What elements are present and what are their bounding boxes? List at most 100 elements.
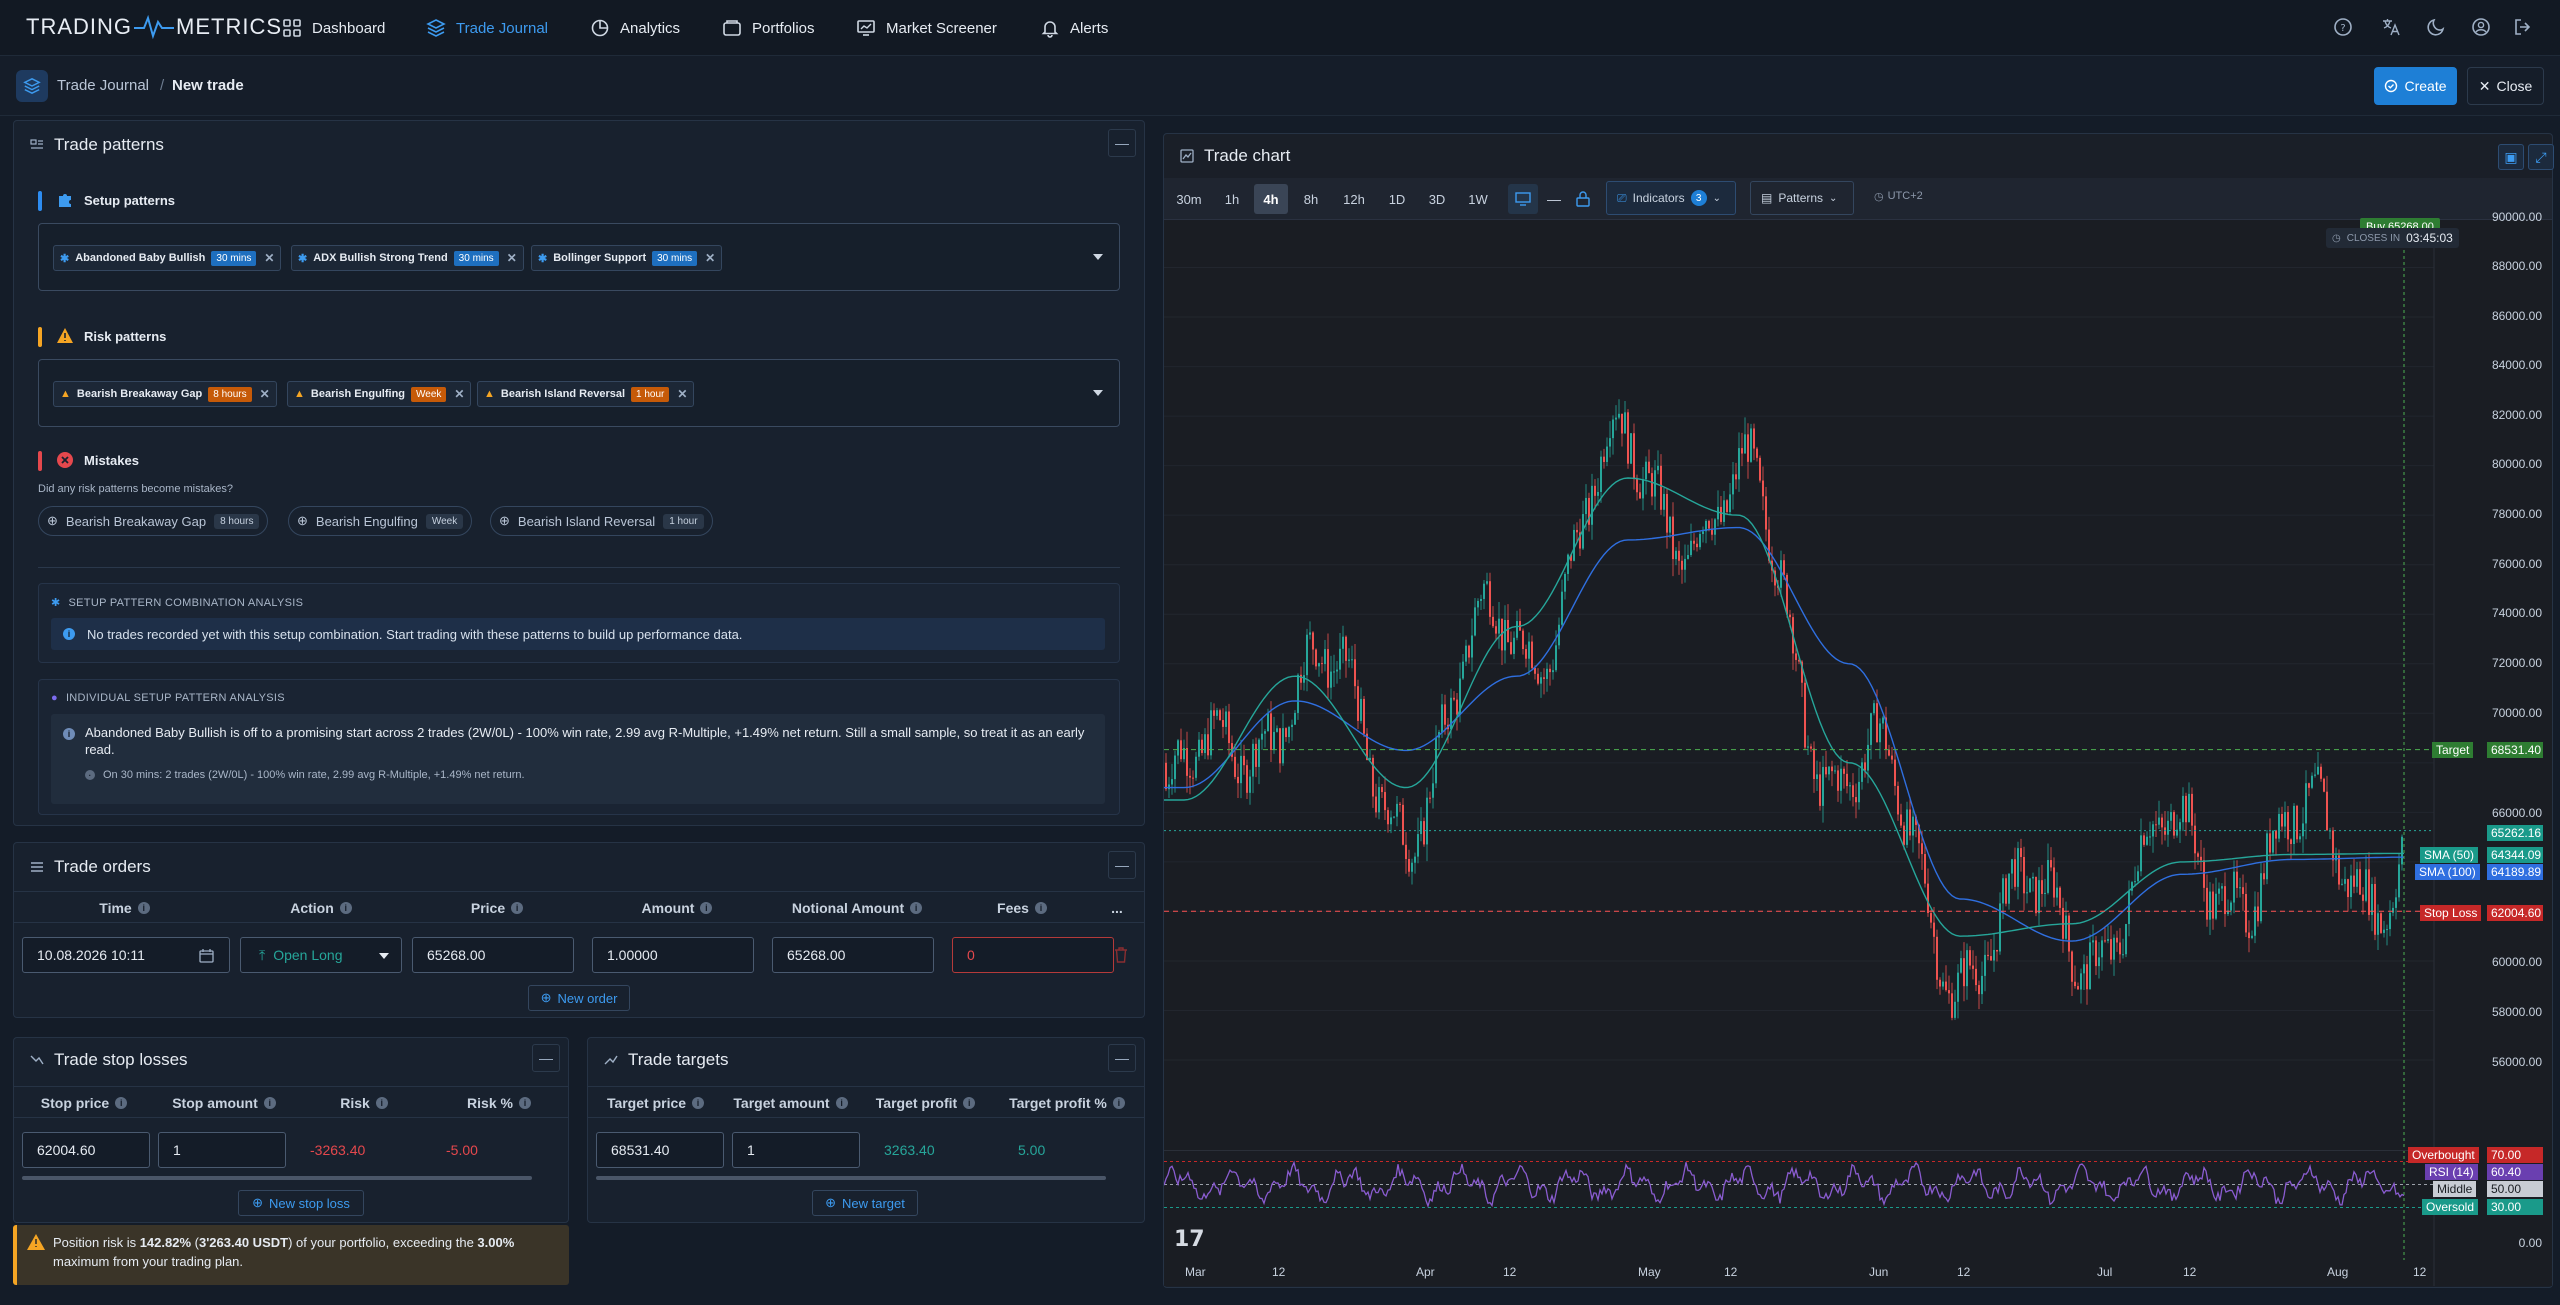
- moon-icon[interactable]: [2426, 16, 2448, 38]
- brand-logo[interactable]: TRADING METRICS: [26, 14, 282, 40]
- remove-chip-icon[interactable]: ✕: [260, 387, 270, 401]
- col-amount: Amount i: [587, 892, 767, 924]
- patterns-button[interactable]: ▤ Patterns ⌄: [1750, 181, 1854, 215]
- create-button[interactable]: Create: [2374, 67, 2457, 105]
- order-amount-input[interactable]: 1.00000: [592, 937, 754, 973]
- nav-dashboard[interactable]: Dashboard: [282, 16, 385, 40]
- chevron-down-icon[interactable]: [1093, 254, 1103, 260]
- risk-patterns-select[interactable]: ▲ Bearish Breakaway Gap 8 hours ✕ ▲ Bear…: [38, 359, 1120, 427]
- setup-patterns-select[interactable]: ✱ Abandoned Baby Bullish 30 mins ✕ ✱ ADX…: [38, 223, 1120, 291]
- candle-body: [1858, 781, 1860, 803]
- layout-toggle-button[interactable]: ▣: [2498, 144, 2524, 170]
- mistake-pill[interactable]: ⊕ Bearish Engulfing Week: [288, 506, 473, 536]
- collapse-targets-button[interactable]: —: [1108, 1044, 1136, 1072]
- order-action-select[interactable]: ⤒ Open Long: [240, 937, 402, 973]
- candle-body: [2359, 869, 2361, 895]
- tf-30m[interactable]: 30m: [1170, 184, 1208, 214]
- timezone-label[interactable]: ◷ UTC+2: [1874, 190, 1923, 203]
- setup-chip[interactable]: ✱ Abandoned Baby Bullish 30 mins ✕: [53, 245, 282, 271]
- trash-icon[interactable]: [1114, 947, 1128, 963]
- remove-chip-icon[interactable]: ✕: [705, 251, 715, 265]
- candle-body: [1279, 728, 1281, 764]
- setup-chip[interactable]: ✱ Bollinger Support 30 mins ✕: [531, 245, 723, 271]
- nav-analytics[interactable]: Analytics: [590, 16, 680, 40]
- tf-8h[interactable]: 8h: [1294, 184, 1328, 214]
- new-target-button[interactable]: ⊕ New target: [812, 1190, 918, 1216]
- chevron-down-icon[interactable]: [1093, 390, 1103, 396]
- target-amount-input[interactable]: 1: [732, 1132, 860, 1168]
- candle-body: [2107, 939, 2109, 941]
- tf-1h[interactable]: 1h: [1215, 184, 1249, 214]
- order-notional-input[interactable]: 65268.00: [772, 937, 934, 973]
- order-fees-input[interactable]: 0: [952, 937, 1114, 973]
- candle-body: [2326, 791, 2328, 831]
- fullscreen-button[interactable]: ⤢: [2528, 144, 2554, 170]
- individual-analysis-detail: On 30 mins: 2 trades (2W/0L) - 100% win …: [103, 769, 525, 781]
- risk-chip[interactable]: ▲ Bearish Engulfing Week ✕: [287, 381, 472, 407]
- candle-body: [1390, 817, 1392, 825]
- remove-chip-icon[interactable]: ✕: [507, 251, 517, 265]
- chevron-down-icon: ⌄: [1712, 192, 1722, 204]
- risk-chip[interactable]: ▲ Bearish Island Reversal 1 hour ✕: [477, 381, 695, 407]
- risk-chip[interactable]: ▲ Bearish Breakaway Gap 8 hours ✕: [53, 381, 277, 407]
- candle-body: [1990, 956, 1992, 961]
- candle-body: [1324, 649, 1326, 665]
- targets-scrollbar[interactable]: [596, 1176, 1106, 1180]
- tf-1w[interactable]: 1W: [1460, 184, 1496, 214]
- candle-body: [2119, 942, 2121, 955]
- remove-chip-icon[interactable]: ✕: [677, 387, 687, 401]
- help-icon[interactable]: ?: [2332, 16, 2354, 38]
- price-chart[interactable]: 17: [1164, 220, 2552, 1286]
- close-button[interactable]: ✕ Close: [2467, 67, 2544, 105]
- candle-body: [1357, 686, 1359, 721]
- order-time-input[interactable]: 10.08.2026 10:11: [22, 937, 230, 973]
- candle-body: [2047, 860, 2049, 893]
- targets-table-header: Target price i Target amount i Target prof…: [588, 1086, 1144, 1118]
- stops-scrollbar[interactable]: [22, 1176, 532, 1180]
- list-icon: [31, 862, 43, 872]
- candle-body: [1327, 649, 1329, 688]
- new-order-button[interactable]: ⊕ New order: [528, 985, 630, 1011]
- lock-button[interactable]: [1568, 184, 1598, 214]
- target-price-input[interactable]: 68531.40: [596, 1132, 724, 1168]
- candle-body: [1645, 461, 1647, 480]
- nav-trade-journal[interactable]: Trade Journal: [426, 16, 548, 40]
- col-more[interactable]: ...: [1097, 892, 1137, 924]
- language-icon[interactable]: [2380, 16, 2402, 38]
- candle-body: [1246, 765, 1248, 793]
- user-icon[interactable]: [2470, 16, 2492, 38]
- order-price-input[interactable]: 65268.00: [412, 937, 574, 973]
- new-stop-loss-button[interactable]: ⊕ New stop loss: [238, 1190, 364, 1216]
- tf-12h[interactable]: 12h: [1335, 184, 1373, 214]
- nav-market-screener[interactable]: Market Screener: [856, 16, 997, 40]
- line-tool-button[interactable]: —: [1542, 184, 1566, 214]
- stop-price-input[interactable]: 62004.60: [22, 1132, 150, 1168]
- remove-chip-icon[interactable]: ✕: [264, 251, 274, 265]
- indicators-button[interactable]: ⎚ Indicators 3 ⌄: [1606, 181, 1736, 215]
- setup-chip[interactable]: ✱ ADX Bullish Strong Trend 30 mins ✕: [291, 245, 524, 271]
- candle-body: [1426, 797, 1428, 845]
- candle-body: [2110, 939, 2112, 960]
- candle-body: [1243, 755, 1245, 766]
- mistake-pill[interactable]: ⊕ Bearish Island Reversal 1 hour: [490, 506, 713, 536]
- logout-icon[interactable]: [2512, 16, 2534, 38]
- collapse-orders-button[interactable]: —: [1108, 851, 1136, 879]
- remove-chip-icon[interactable]: ✕: [454, 387, 464, 401]
- nav-portfolios[interactable]: Portfolios: [722, 16, 815, 40]
- candle-body: [2134, 881, 2136, 883]
- nav-alerts[interactable]: Alerts: [1040, 16, 1108, 40]
- stop-amount-input[interactable]: 1: [158, 1132, 286, 1168]
- sma50-tag: SMA (50): [2420, 847, 2479, 863]
- collapse-patterns-button[interactable]: —: [1108, 129, 1136, 157]
- breadcrumb-parent[interactable]: Trade Journal: [57, 77, 149, 94]
- time-tick: 12: [1272, 1265, 1286, 1279]
- candle-body: [1927, 883, 1929, 914]
- calendar-icon[interactable]: [199, 948, 215, 964]
- tf-1d[interactable]: 1D: [1380, 184, 1414, 214]
- divider: [38, 567, 1120, 568]
- mistake-pill[interactable]: ⊕ Bearish Breakaway Gap 8 hours: [38, 506, 269, 536]
- drawing-tool-button[interactable]: [1508, 184, 1538, 214]
- tf-3d[interactable]: 3D: [1420, 184, 1454, 214]
- collapse-stops-button[interactable]: —: [532, 1044, 560, 1072]
- tf-4h[interactable]: 4h: [1254, 184, 1288, 214]
